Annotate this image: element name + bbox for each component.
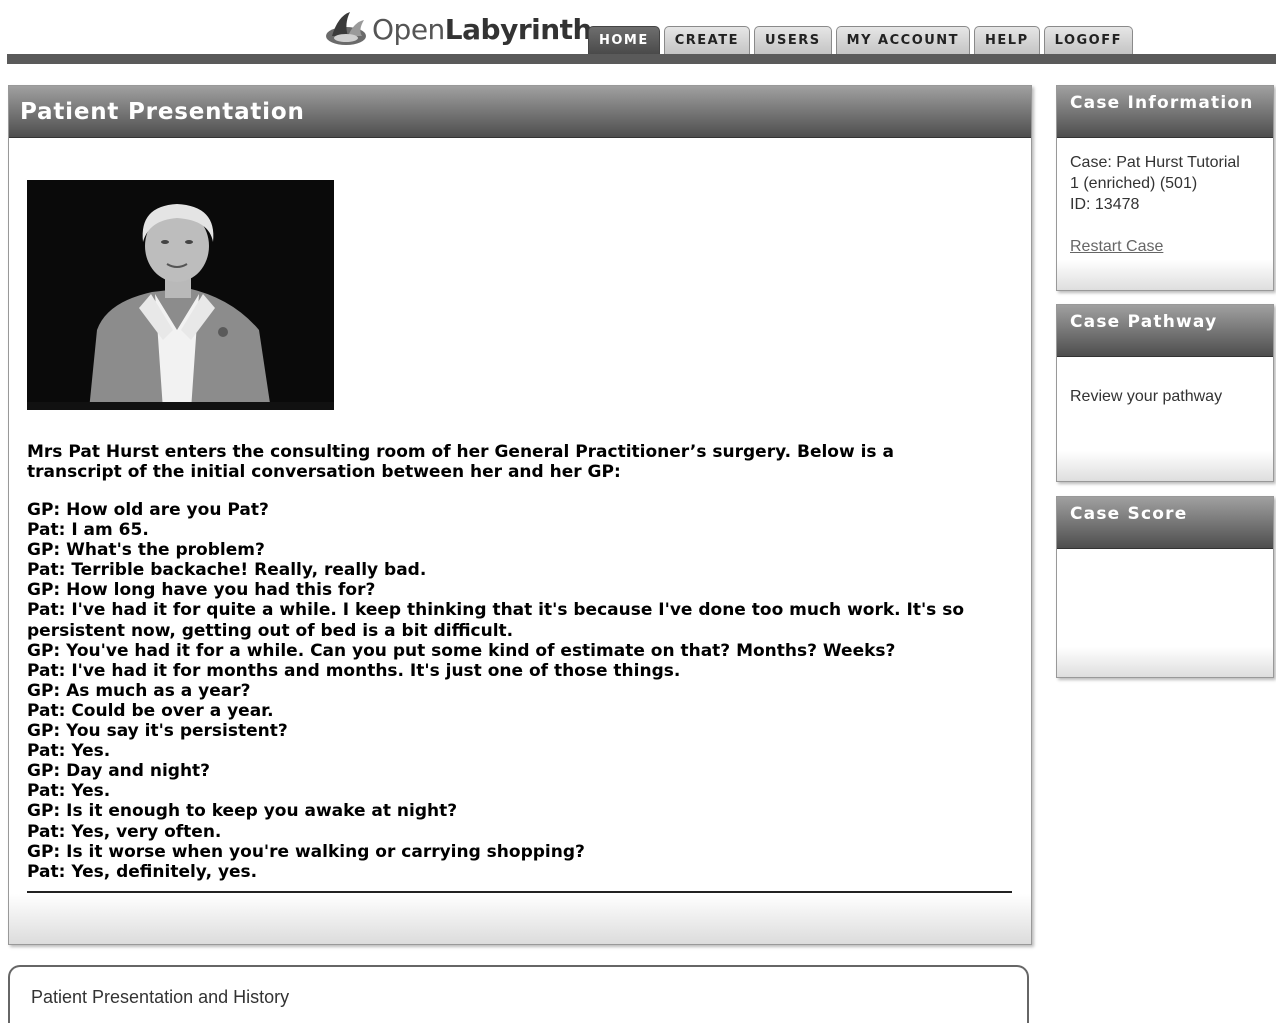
case-information-body: Case: Pat Hurst Tutorial 1 (enriched) (5… (1057, 138, 1273, 257)
transcript-line: GP: Is it enough to keep you awake at ni… (27, 801, 458, 822)
nav-tab-logoff[interactable]: LOGOFF (1043, 26, 1133, 54)
logo-text: OpenLabyrinth (372, 12, 593, 46)
transcript-line: GP: You've had it for a while. Can you p… (27, 640, 896, 661)
nav-tab-users[interactable]: USERS (753, 26, 832, 54)
case-id: ID: 13478 (1070, 196, 1140, 213)
case-score-footer (1057, 647, 1273, 677)
nav-tab-help[interactable]: HELP (974, 26, 1040, 54)
case-name-line-1: Case: Pat Hurst Tutorial (1070, 154, 1240, 171)
case-score-header: Case Score (1057, 497, 1273, 549)
patient-video-frame[interactable] (27, 180, 334, 410)
transcript-line: Pat: I've had it for quite a while. I ke… (27, 600, 965, 641)
presentation-history-section[interactable]: Patient Presentation and History (8, 965, 1029, 1023)
transcript-line: Pat: I've had it for months and months. … (27, 660, 681, 681)
nav-tab-home[interactable]: HOME (588, 26, 660, 54)
nav-tab-my-account[interactable]: MY ACCOUNT (835, 26, 971, 54)
case-pathway-panel: Case Pathway Review your pathway (1056, 304, 1274, 482)
case-intro-text: Mrs Pat Hurst enters the consulting room… (27, 442, 894, 482)
case-information-footer (1057, 260, 1273, 290)
case-information-title: Case Information (1070, 93, 1254, 113)
case-name-line-2: 1 (enriched) (501) (1070, 175, 1198, 192)
transcript-line: GP: Day and night? (27, 761, 211, 782)
conversation-transcript: GP: How old are you Pat? Pat: I am 65. G… (27, 500, 1012, 882)
transcript-line: GP: Is it worse when you're walking or c… (27, 841, 585, 862)
case-information-header: Case Information (1057, 86, 1273, 138)
panel-footer (9, 894, 1031, 944)
case-score-title: Case Score (1070, 504, 1188, 524)
transcript-line: Pat: I am 65. (27, 520, 149, 541)
transcript-line: GP: What's the problem? (27, 540, 265, 561)
restart-case-link[interactable]: Restart Case (1070, 236, 1163, 257)
panel-header: Patient Presentation (9, 86, 1031, 138)
labyrinth-logo-icon (326, 12, 366, 45)
transcript-line: Pat: Yes, definitely, yes. (27, 861, 258, 882)
patient-presentation-panel: Patient Presentation Mrs Pat Hurst enter… (8, 85, 1032, 945)
nav-tab-create[interactable]: CREATE (663, 26, 750, 54)
transcript-line: GP: As much as a year? (27, 680, 251, 701)
case-pathway-header: Case Pathway (1057, 305, 1273, 357)
transcript-line: Pat: Yes. (27, 741, 111, 762)
transcript-line: Pat: Could be over a year. (27, 700, 274, 721)
main-nav: HOME CREATE USERS MY ACCOUNT HELP LOGOFF (588, 26, 1133, 54)
header-divider (7, 54, 1276, 64)
case-information-panel: Case Information Case: Pat Hurst Tutoria… (1056, 85, 1274, 291)
transcript-line: GP: How old are you Pat? (27, 500, 269, 520)
page-title: Patient Presentation (20, 98, 305, 125)
presentation-history-label: Patient Presentation and History (31, 987, 290, 1007)
transcript-line: Pat: Terrible backache! Really, really b… (27, 560, 427, 581)
logo[interactable]: OpenLabyrinth (324, 6, 593, 52)
transcript-line: GP: You say it's persistent? (27, 721, 288, 742)
content-divider (27, 891, 1012, 893)
transcript-line: Pat: Yes. (27, 781, 111, 802)
transcript-line: GP: How long have you had this for? (27, 580, 376, 601)
case-pathway-footer (1057, 451, 1273, 481)
logo-text-labyrinth: Labyrinth (444, 12, 593, 46)
logo-text-open: Open (372, 12, 445, 46)
transcript-line: Pat: Yes, very often. (27, 821, 222, 842)
case-pathway-title: Case Pathway (1070, 312, 1218, 332)
case-pathway-body: Review your pathway (1057, 357, 1273, 407)
review-pathway-text[interactable]: Review your pathway (1070, 386, 1263, 407)
case-score-panel: Case Score (1056, 496, 1274, 678)
patient-photo (27, 180, 334, 410)
